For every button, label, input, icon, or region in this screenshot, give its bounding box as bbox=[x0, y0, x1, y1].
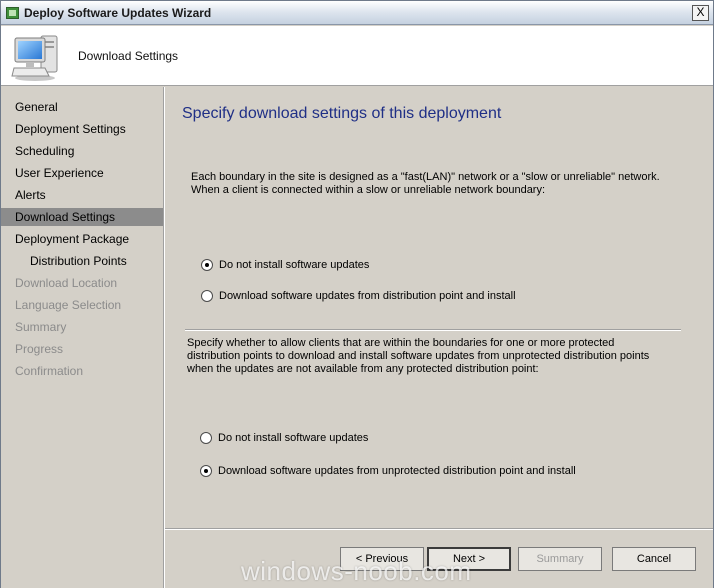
protected-dp-option-download-install[interactable]: Download software updates from unprotect… bbox=[200, 463, 576, 479]
radio-button[interactable] bbox=[200, 465, 212, 477]
wizard-window: Deploy Software Updates Wizard X Downloa… bbox=[0, 0, 714, 588]
protected-dp-description-line2: distribution points to download and inst… bbox=[187, 350, 650, 362]
slow-network-option-download-install[interactable]: Download software updates from distribut… bbox=[201, 288, 516, 304]
cancel-button[interactable]: Cancel bbox=[612, 547, 696, 571]
slow-network-description: Each boundary in the site is designed as… bbox=[191, 171, 660, 197]
nav-item-confirmation: Confirmation bbox=[15, 364, 84, 378]
summary-button: Summary bbox=[518, 547, 602, 571]
radio-label: Download software updates from unprotect… bbox=[218, 465, 576, 477]
page-heading: Specify download settings of this deploy… bbox=[182, 105, 502, 122]
protected-dp-description-line3: when the updates are not available from … bbox=[187, 363, 539, 375]
nav-item-deployment-package[interactable]: Deployment Package bbox=[1, 230, 163, 248]
nav-item-user-experience[interactable]: User Experience bbox=[1, 164, 163, 182]
radio-label: Download software updates from distribut… bbox=[219, 290, 516, 302]
protected-dp-description-line1: Specify whether to allow clients that ar… bbox=[187, 337, 615, 349]
computer-icon bbox=[11, 35, 58, 81]
window-title: Deploy Software Updates Wizard bbox=[24, 6, 212, 20]
nav-item-general[interactable]: General bbox=[1, 98, 163, 116]
nav-item-deployment-settings[interactable]: Deployment Settings bbox=[1, 120, 163, 138]
watermark: windows-noob.com bbox=[241, 556, 472, 586]
close-button[interactable]: X bbox=[692, 5, 709, 21]
radio-button[interactable] bbox=[201, 259, 213, 271]
radio-label: Do not install software updates bbox=[218, 432, 369, 444]
nav-item-summary: Summary bbox=[15, 320, 67, 334]
wizard-content: Specify download settings of this deploy… bbox=[165, 87, 713, 588]
radio-button[interactable] bbox=[200, 432, 212, 444]
title-bar: Deploy Software Updates Wizard X bbox=[1, 1, 713, 25]
nav-item-language-selection: Language Selection bbox=[15, 298, 122, 312]
nav-item-alerts[interactable]: Alerts bbox=[1, 186, 163, 204]
slow-network-option-no-install[interactable]: Do not install software updates bbox=[201, 257, 369, 273]
radio-label: Do not install software updates bbox=[219, 259, 370, 271]
wizard-app-icon bbox=[6, 7, 19, 19]
nav-item-download-location: Download Location bbox=[15, 276, 118, 290]
header-title: Download Settings bbox=[78, 49, 179, 63]
wizard-nav: General Deployment Settings Scheduling U… bbox=[1, 87, 163, 588]
nav-item-scheduling[interactable]: Scheduling bbox=[1, 142, 163, 160]
slow-network-description-line1: Each boundary in the site is designed as… bbox=[191, 171, 660, 183]
wizard-header: Download Settings bbox=[1, 26, 713, 86]
nav-item-distribution-points[interactable]: Distribution Points bbox=[1, 252, 163, 270]
protected-dp-description: Specify whether to allow clients that ar… bbox=[187, 337, 649, 376]
section-separator bbox=[185, 329, 681, 331]
slow-network-description-line2: When a client is connected within a slow… bbox=[191, 184, 546, 196]
radio-button[interactable] bbox=[201, 290, 213, 302]
button-area-separator bbox=[165, 528, 713, 530]
nav-item-progress: Progress bbox=[15, 342, 64, 356]
nav-item-download-settings[interactable]: Download Settings bbox=[1, 208, 163, 226]
protected-dp-option-no-install[interactable]: Do not install software updates bbox=[200, 430, 368, 446]
